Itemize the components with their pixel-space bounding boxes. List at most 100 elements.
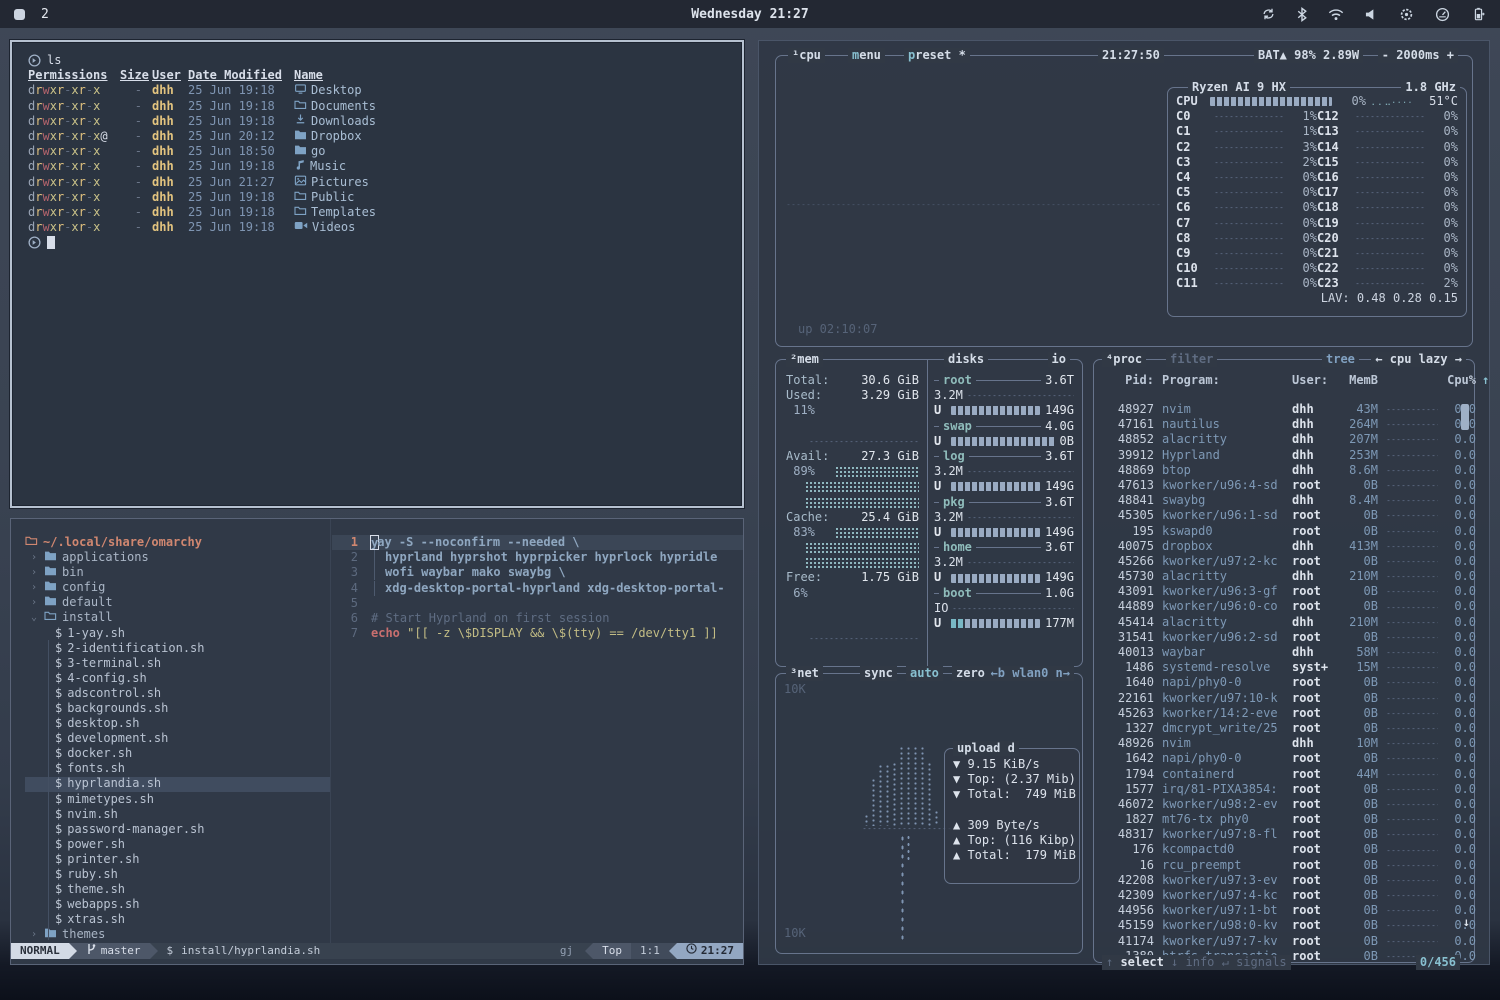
tree-item-ruby-sh[interactable]: $ruby.sh <box>25 867 330 882</box>
process-row[interactable]: 41174kworker/u97:7-kvroot0B0.0 <box>1100 934 1456 949</box>
process-row[interactable]: 48927nvimdhh43M0.0 <box>1100 402 1456 417</box>
tree-item-password-manager-sh[interactable]: $password-manager.sh <box>25 822 330 837</box>
update-interval[interactable]: - 2000ms + <box>1378 48 1458 63</box>
process-row[interactable]: 46072kworker/u98:2-evroot0B0.0 <box>1100 797 1456 812</box>
tree-item-power-sh[interactable]: $power.sh <box>25 837 330 852</box>
tree-item-mimetypes-sh[interactable]: $mimetypes.sh <box>25 792 330 807</box>
tree-item-config[interactable]: ›config <box>25 580 330 595</box>
net-interface[interactable]: ←b wlan0 n→ <box>987 666 1074 681</box>
code-line-1[interactable]: 1y ay -S --noconfirm --needed \ <box>332 535 743 550</box>
process-row[interactable]: 1642napi/phy0-0root0B0.0 <box>1100 751 1456 766</box>
code-editor[interactable]: 1y ay -S --noconfirm --needed \2hyprland… <box>332 519 743 943</box>
tree-item-webapps-sh[interactable]: $webapps.sh <box>25 897 330 912</box>
volume-icon[interactable] <box>1365 8 1378 21</box>
process-row[interactable]: 45305kworker/u96:1-sdroot0B0.0 <box>1100 508 1456 523</box>
proc-footer[interactable]: ↑ select ↓ info ↵ signals <box>1102 955 1291 970</box>
code-line-2[interactable]: 2hyprland hyprshot hyprpicker hyprlock h… <box>332 550 743 565</box>
nvim-window[interactable]: ~/.local/share/omarchy›applications›bin›… <box>10 518 744 965</box>
wifi-icon[interactable] <box>1328 8 1344 21</box>
tree-item-nvim-sh[interactable]: $nvim.sh <box>25 807 330 822</box>
process-row[interactable]: 45159kworker/u98:0-kvroot0B0.0 <box>1100 918 1456 933</box>
process-row[interactable]: 45730alacrittydhh210M0.0 <box>1100 569 1456 584</box>
preset-button[interactable]: preset * <box>904 48 970 63</box>
gear-icon[interactable] <box>1399 7 1414 22</box>
bluetooth-icon[interactable] <box>1297 7 1307 22</box>
process-row[interactable]: 48869btopdhh8.6M0.0 <box>1100 463 1456 478</box>
net-auto-option[interactable]: auto <box>906 666 943 681</box>
sort-direction-icon[interactable]: ↑ <box>1482 373 1489 388</box>
code-line-7[interactable]: 7echo "[[ -z \$DISPLAY && \$(tty) == /de… <box>332 626 743 641</box>
tree-item-fonts-sh[interactable]: $fonts.sh <box>25 761 330 776</box>
tree-item-4-config-sh[interactable]: $4-config.sh <box>25 671 330 686</box>
tree-item-default[interactable]: ›default <box>25 595 330 610</box>
process-row[interactable]: 48841swaybgdhh8.4M0.0 <box>1100 493 1456 508</box>
code-line-3[interactable]: 3wofi waybar mako swaybg \ <box>332 565 743 580</box>
process-row[interactable]: 1486systemd-resolvesyst+15M0.0 <box>1100 660 1456 675</box>
process-row[interactable]: 48317kworker/u97:8-flroot0B0.0 <box>1100 827 1456 842</box>
process-row[interactable]: 47161nautilusdhh264M0.0 <box>1100 417 1456 432</box>
process-row[interactable]: 43091kworker/u96:3-gfroot0B0.0 <box>1100 584 1456 599</box>
terminal-window[interactable]: ls PermissionsSizeUserDate ModifiedNamed… <box>10 40 744 508</box>
btop-window[interactable]: ¹cpu menu preset * 21:27:50 BAT▲ 98% 2.8… <box>758 40 1490 965</box>
gauge-icon[interactable] <box>1435 7 1450 22</box>
net-tab[interactable]: ³net <box>786 666 823 681</box>
process-row[interactable]: 16rcu_preemptroot0B0.0 <box>1100 858 1456 873</box>
process-row[interactable]: 1827mt76-tx phy0root0B0.0 <box>1100 812 1456 827</box>
tree-item-3-terminal-sh[interactable]: $3-terminal.sh <box>25 656 330 671</box>
proc-tree-toggle[interactable]: tree <box>1322 352 1359 367</box>
tree-item-xtras-sh[interactable]: $xtras.sh <box>25 912 330 927</box>
process-row[interactable]: 42208kworker/u97:3-evroot0B0.0 <box>1100 873 1456 888</box>
tree-item-applications[interactable]: ›applications <box>25 550 330 565</box>
tree-item-printer-sh[interactable]: $printer.sh <box>25 852 330 867</box>
tree-item-docker-sh[interactable]: $docker.sh <box>25 746 330 761</box>
process-row[interactable]: 1577irq/81-PIXA3854:root0B0.0 <box>1100 782 1456 797</box>
process-row[interactable]: 44956kworker/u97:1-btroot0B0.0 <box>1100 903 1456 918</box>
code-line-6[interactable]: 6# Start Hyprland on first session <box>332 611 743 626</box>
terminal-prompt-2[interactable] <box>28 235 726 250</box>
upload-box-title[interactable]: upload d <box>953 741 1019 756</box>
proc-tab[interactable]: ⁴proc <box>1102 352 1146 367</box>
tree-root[interactable]: ~/.local/share/omarchy <box>25 535 330 550</box>
process-row[interactable]: 48852alacrittydhh207M0.0 <box>1100 432 1456 447</box>
tree-item-1-yay-sh[interactable]: $1-yay.sh <box>25 626 330 641</box>
process-row[interactable]: 22161kworker/u97:10-kroot0B0.0 <box>1100 691 1456 706</box>
code-line-5[interactable]: 5 <box>332 596 743 611</box>
process-row[interactable]: 47613kworker/u96:4-sdroot0B0.0 <box>1100 478 1456 493</box>
battery-icon[interactable] <box>1471 7 1486 21</box>
process-row[interactable]: 195kswapd0root0B0.0 <box>1100 524 1456 539</box>
process-row[interactable]: 31541kworker/u96:2-sdroot0B0.0 <box>1100 630 1456 645</box>
proc-sort[interactable]: ← cpu lazy → <box>1371 352 1466 367</box>
net-sync-option[interactable]: sync <box>860 666 897 681</box>
process-row[interactable]: 42309kworker/u97:4-kcroot0B0.0 <box>1100 888 1456 903</box>
process-row[interactable]: 45414alacrittydhh210M0.0 <box>1100 615 1456 630</box>
cpu-tab[interactable]: ¹cpu <box>788 48 825 63</box>
process-row[interactable]: 40013waybardhh58M0.0 <box>1100 645 1456 660</box>
code-line-4[interactable]: 4xdg-desktop-portal-hyprland xdg-desktop… <box>332 581 743 596</box>
process-row[interactable]: 45266kworker/u97:2-kcroot0B0.0 <box>1100 554 1456 569</box>
proc-header[interactable]: Pid: Program: User: MemB Cpu% ↑ <box>1100 373 1468 388</box>
tree-item-theme-sh[interactable]: $theme.sh <box>25 882 330 897</box>
process-row[interactable]: 1794containerdroot44M0.0 <box>1100 767 1456 782</box>
tree-item-development-sh[interactable]: $development.sh <box>25 731 330 746</box>
tree-item-backgrounds-sh[interactable]: $backgrounds.sh <box>25 701 330 716</box>
proc-filter[interactable]: filter <box>1166 352 1217 367</box>
tree-item-desktop-sh[interactable]: $desktop.sh <box>25 716 330 731</box>
tree-item-adscontrol-sh[interactable]: $adscontrol.sh <box>25 686 330 701</box>
updates-icon[interactable] <box>1261 7 1276 21</box>
tree-item-2-identification-sh[interactable]: $2-identification.sh <box>25 641 330 656</box>
tree-item-bin[interactable]: ›bin <box>25 565 330 580</box>
process-row[interactable]: 44889kworker/u96:0-coroot0B0.0 <box>1100 599 1456 614</box>
process-row[interactable]: 48926nvimdhh10M0.0 <box>1100 736 1456 751</box>
process-row[interactable]: 45263kworker/14:2-everoot0B0.0 <box>1100 706 1456 721</box>
net-zero-option[interactable]: zero <box>952 666 989 681</box>
process-row[interactable]: 1640napi/phy0-0root0B0.0 <box>1100 675 1456 690</box>
process-row[interactable]: 39912Hyprlanddhh253M0.0 <box>1100 448 1456 463</box>
tree-item-hyprlandia-sh[interactable]: $hyprlandia.sh <box>25 777 330 792</box>
menu-button[interactable]: menu <box>848 48 885 63</box>
tree-item-install[interactable]: ⌄install <box>25 610 330 625</box>
process-row[interactable]: 176kcompactd0root0B0.0 <box>1100 842 1456 857</box>
process-row[interactable]: 1327dmcrypt_write/25root0B0.0 <box>1100 721 1456 736</box>
proc-scrollbar-thumb[interactable] <box>1461 404 1469 430</box>
tree-item-themes[interactable]: ›themes <box>25 927 330 942</box>
process-row[interactable]: 40075dropboxdhh413M0.0 <box>1100 539 1456 554</box>
